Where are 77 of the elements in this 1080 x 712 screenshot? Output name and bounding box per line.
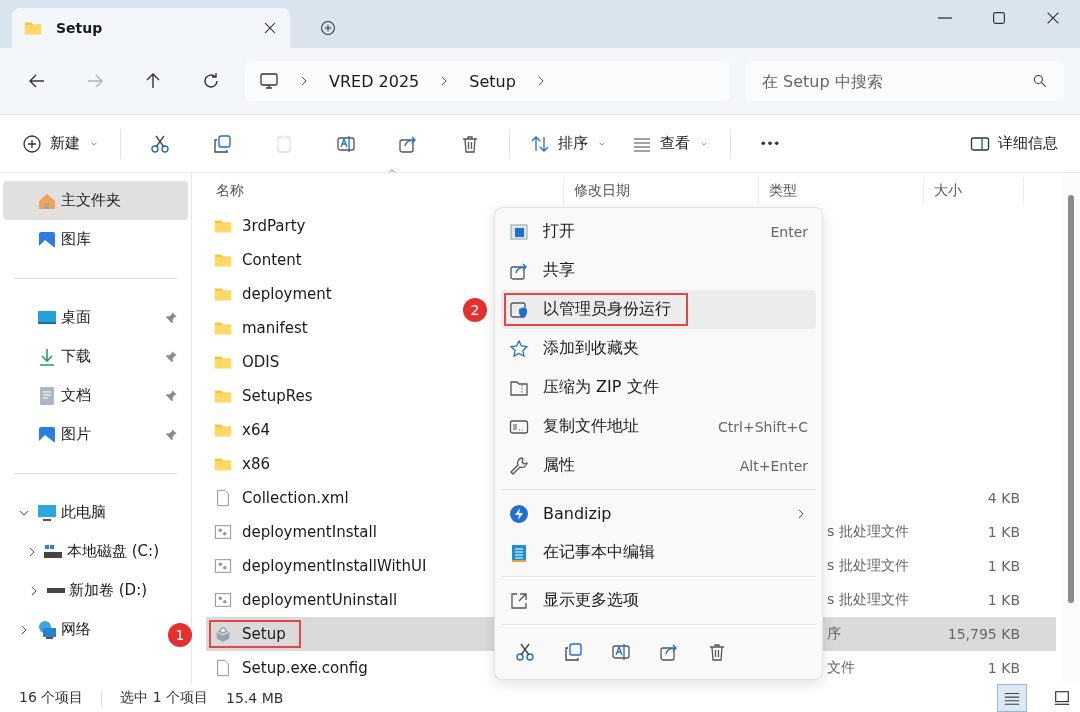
- step-marker: 1: [168, 623, 192, 647]
- file-name[interactable]: manifest: [242, 319, 308, 337]
- file-size: 1 KB: [987, 592, 1020, 608]
- menu-label: 以管理员身份运行: [543, 299, 671, 320]
- search-field[interactable]: 在 Setup 中搜索: [746, 61, 1064, 101]
- shortcut-text: Alt+Enter: [739, 457, 808, 474]
- menu-item[interactable]: 显示更多选项: [501, 581, 816, 620]
- file-name[interactable]: deploymentUninstall: [242, 591, 398, 609]
- column-header[interactable]: 类型: [769, 182, 797, 200]
- file-size: 15,795 KB: [947, 626, 1020, 642]
- menu-item[interactable]: 添加到收藏夹: [501, 329, 816, 368]
- menu-item[interactable]: 以管理员身份运行: [501, 290, 816, 329]
- column-header[interactable]: 名称: [216, 182, 244, 200]
- view-button[interactable]: 查看: [622, 124, 720, 163]
- file-name[interactable]: deploymentInstallWithUI: [242, 557, 427, 575]
- file-name[interactable]: Setup: [242, 625, 286, 643]
- menu-label: 添加到收藏夹: [543, 338, 639, 359]
- sidebar-item[interactable]: 图库: [3, 220, 188, 259]
- file-size: 1 KB: [987, 660, 1020, 676]
- file-type: 文件: [827, 659, 855, 677]
- file-size: 1 KB: [987, 524, 1020, 540]
- sort-button[interactable]: 排序: [520, 124, 618, 163]
- file-type: s 批处理文件: [827, 523, 909, 541]
- menu-item[interactable]: 在记事本中编辑: [501, 533, 816, 572]
- file-name[interactable]: ODIS: [242, 353, 280, 371]
- shortcut-text: Ctrl+Shift+C: [718, 418, 808, 435]
- new-button[interactable]: 新建: [12, 124, 110, 163]
- menu-item[interactable]: Bandizip: [501, 494, 816, 533]
- tab-title: Setup: [56, 20, 103, 36]
- file-type: s 批处理文件: [827, 591, 909, 609]
- file-type: s 批处理文件: [827, 557, 909, 575]
- menu-label: 复制文件地址: [543, 416, 639, 437]
- status-text: 15.4 MB: [226, 690, 284, 706]
- sidebar-item[interactable]: 桌面: [3, 298, 188, 337]
- menu-label: 打开: [543, 221, 575, 242]
- menu-label: 压缩为 ZIP 文件: [543, 377, 659, 398]
- breadcrumb-item[interactable]: Setup: [469, 71, 516, 91]
- sidebar-item[interactable]: 本地磁盘 (C:): [3, 532, 163, 571]
- status-text: 16 个项目: [19, 689, 84, 707]
- step-marker: 2: [463, 298, 487, 322]
- column-header[interactable]: 大小: [934, 182, 962, 200]
- status-text: 选中 1 个项目: [120, 689, 209, 707]
- column-header[interactable]: 修改日期: [574, 182, 630, 200]
- sidebar-item[interactable]: 文档: [3, 376, 188, 415]
- sidebar-item[interactable]: 此电脑: [3, 493, 163, 532]
- menu-label: 显示更多选项: [543, 590, 639, 611]
- file-name[interactable]: 3rdParty: [242, 217, 306, 235]
- details-button[interactable]: 详细信息: [960, 124, 1068, 163]
- menu-item[interactable]: 属性 Alt+Enter: [501, 446, 816, 485]
- file-name[interactable]: Setup.exe.config: [242, 659, 368, 677]
- file-size: 1 KB: [987, 558, 1020, 574]
- menu-label: 共享: [543, 260, 575, 281]
- menu-item[interactable]: 共享: [501, 251, 816, 290]
- sidebar-item[interactable]: 新加卷 (D:): [3, 571, 163, 610]
- shortcut-text: Enter: [770, 223, 808, 240]
- file-name[interactable]: deployment: [242, 285, 332, 303]
- file-name[interactable]: x86: [242, 455, 270, 473]
- sidebar-item[interactable]: 图片: [3, 415, 188, 454]
- file-name[interactable]: Content: [242, 251, 302, 269]
- sidebar-item[interactable]: 网络: [3, 610, 163, 649]
- window-tab[interactable]: Setup: [12, 8, 290, 48]
- file-type: 序: [827, 625, 841, 643]
- sidebar-item[interactable]: 下载: [3, 337, 188, 376]
- menu-item[interactable]: 打开 Enter: [501, 212, 816, 251]
- file-name[interactable]: x64: [242, 421, 270, 439]
- menu-label: 在记事本中编辑: [543, 542, 655, 563]
- menu-label: 属性: [543, 455, 575, 476]
- file-name[interactable]: SetupRes: [242, 387, 313, 405]
- menu-item[interactable]: 压缩为 ZIP 文件: [501, 368, 816, 407]
- sidebar-item[interactable]: 主文件夹: [3, 181, 188, 220]
- file-name[interactable]: Collection.xml: [242, 489, 349, 507]
- file-size: 4 KB: [987, 490, 1020, 506]
- menu-label: Bandizip: [543, 504, 612, 523]
- breadcrumb-item[interactable]: VRED 2025: [329, 71, 420, 91]
- address-bar[interactable]: VRED 2025 Setup: [245, 61, 730, 101]
- file-name[interactable]: deploymentInstall: [242, 523, 377, 541]
- menu-item[interactable]: 复制文件地址 Ctrl+Shift+C: [501, 407, 816, 446]
